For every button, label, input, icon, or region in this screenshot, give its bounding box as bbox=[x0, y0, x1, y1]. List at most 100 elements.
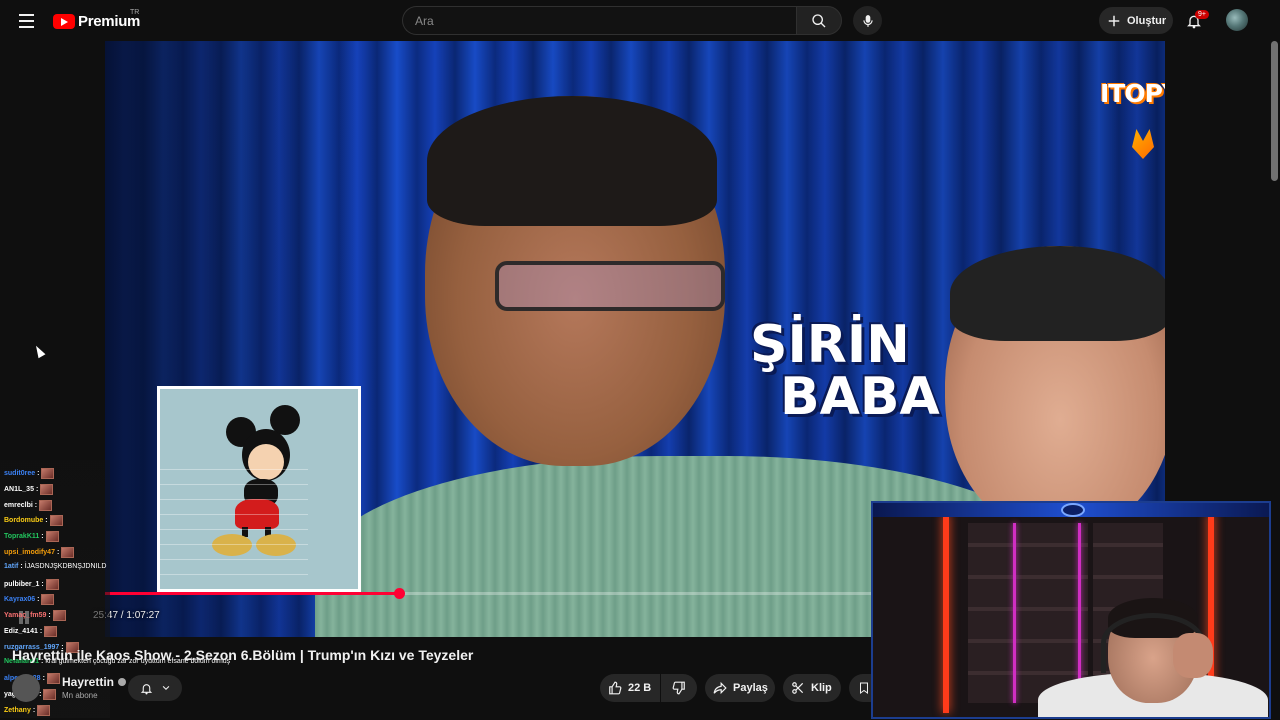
chat-username[interactable]: Ediz_4141 bbox=[4, 628, 38, 635]
emote-icon bbox=[44, 626, 58, 637]
share-label: Paylaş bbox=[733, 682, 768, 694]
share-icon bbox=[713, 681, 727, 695]
chat-username[interactable]: AN1L_35 bbox=[4, 486, 34, 493]
emote-icon bbox=[39, 499, 53, 511]
search-button[interactable] bbox=[796, 6, 842, 35]
chat-username[interactable]: Bordomube bbox=[4, 517, 43, 524]
neon-light bbox=[943, 513, 949, 713]
like-button[interactable]: 22 B bbox=[600, 674, 660, 702]
bell-icon bbox=[140, 683, 152, 694]
thumbs-down-icon bbox=[672, 681, 685, 695]
chat-message: 1atif: İJASDNJŞKDBNŞJDNILD bbox=[4, 563, 106, 570]
emote-icon bbox=[45, 578, 59, 590]
video-title: Hayrettin ile Kaos Show - 2.Sezon 6.Bölü… bbox=[12, 647, 474, 663]
share-button[interactable]: Paylaş bbox=[705, 674, 775, 702]
search-icon bbox=[812, 13, 826, 27]
chat-text: İJASDNJŞKDBNŞJDNILD bbox=[24, 562, 107, 570]
chat-separator: : bbox=[34, 501, 38, 509]
emote-icon bbox=[40, 483, 54, 495]
chat-message: Zethany: bbox=[4, 705, 51, 716]
chat-message: Kayrax06: bbox=[4, 594, 55, 606]
chat-username[interactable]: emreclbi bbox=[4, 502, 33, 509]
hair bbox=[950, 246, 1165, 341]
youtube-play-icon bbox=[53, 13, 75, 29]
chat-separator: : bbox=[37, 596, 40, 604]
streamer-webcam bbox=[871, 501, 1271, 719]
chat-separator: : bbox=[45, 517, 48, 525]
channel-avatar[interactable] bbox=[12, 674, 40, 702]
verified-icon bbox=[118, 678, 127, 686]
mickey-overlay bbox=[157, 386, 361, 592]
mic-icon bbox=[862, 14, 873, 27]
shelf bbox=[968, 523, 1088, 703]
chevron-down-icon bbox=[162, 685, 169, 690]
chat-username[interactable]: 1atif bbox=[4, 563, 18, 570]
chat-username[interactable]: Yamaç_fm59 bbox=[4, 612, 46, 619]
chat-separator: : bbox=[39, 628, 43, 635]
chat-message: Bordomube: bbox=[4, 515, 63, 527]
page-scrollbar[interactable] bbox=[1271, 41, 1278, 181]
chat-message: upsi_imodify47: bbox=[4, 547, 75, 558]
menu-icon[interactable] bbox=[14, 9, 38, 33]
thumbs-up-icon bbox=[609, 681, 622, 695]
search-input[interactable] bbox=[402, 6, 796, 35]
chat-separator: : bbox=[42, 675, 45, 683]
streamer-logo-icon bbox=[1061, 503, 1085, 517]
chat-username[interactable]: ToprakK11 bbox=[4, 533, 39, 540]
chat-message: AN1L_35: bbox=[4, 483, 54, 495]
overlay-line-2: BABA bbox=[780, 367, 940, 427]
chat-username[interactable]: Zethany bbox=[4, 707, 31, 714]
chat-username[interactable]: Kayrax06 bbox=[4, 596, 35, 603]
progress-fill bbox=[105, 592, 400, 595]
progress-bar[interactable] bbox=[105, 588, 875, 599]
chat-separator: : bbox=[20, 562, 23, 570]
region-code: TR bbox=[130, 9, 140, 16]
search-bar bbox=[402, 6, 842, 35]
masthead: Premium TR Oluştur 9+ bbox=[0, 0, 1280, 40]
overlay-line-1: ŞİRİN bbox=[750, 315, 910, 375]
like-count: 22 B bbox=[628, 682, 652, 694]
chat-username[interactable]: sudit0ree bbox=[4, 470, 35, 477]
glasses bbox=[495, 261, 725, 311]
chat-username[interactable]: pulbiber_1 bbox=[4, 581, 39, 588]
emote-icon bbox=[41, 594, 55, 606]
emote-icon bbox=[61, 547, 75, 558]
subscription-bell-button[interactable] bbox=[128, 675, 182, 701]
chat-username[interactable]: upsi_imodify47 bbox=[4, 549, 55, 556]
chat-message: pulbiber_1: bbox=[4, 578, 59, 590]
emote-icon bbox=[37, 705, 51, 716]
channel-name-text: Hayrettin bbox=[62, 675, 115, 689]
youtube-premium-logo[interactable]: Premium bbox=[53, 11, 140, 31]
chat-separator: : bbox=[35, 485, 39, 493]
plus-icon bbox=[1108, 15, 1120, 26]
video-overlay-title: ŞİRİN BABA bbox=[750, 319, 940, 423]
channel-name[interactable]: Hayrettin bbox=[62, 675, 127, 689]
channel-watermark: ITOPYA.COM bbox=[1100, 79, 1165, 108]
voice-search-button[interactable] bbox=[853, 6, 882, 35]
hair bbox=[427, 96, 717, 226]
scan-lines bbox=[160, 459, 308, 589]
chat-message: Yamaç_fm59: bbox=[4, 610, 66, 622]
chat-message: Ediz_4141: bbox=[4, 626, 58, 637]
neon-light bbox=[1013, 523, 1016, 703]
scissors-icon bbox=[792, 682, 804, 694]
emote-icon bbox=[43, 689, 57, 701]
video-person-main bbox=[315, 96, 1075, 637]
neon-light bbox=[1078, 523, 1081, 703]
dislike-button[interactable] bbox=[661, 674, 697, 702]
bookmark-icon bbox=[860, 682, 868, 694]
chat-message: emreclbi: bbox=[4, 499, 53, 511]
emote-icon bbox=[45, 531, 59, 543]
chat-separator: : bbox=[56, 549, 60, 556]
clip-button[interactable]: Klip bbox=[783, 674, 841, 702]
streamer-hand bbox=[1173, 633, 1213, 678]
chat-separator: : bbox=[41, 580, 44, 588]
create-label: Oluştur bbox=[1127, 14, 1167, 27]
chat-separator: : bbox=[41, 533, 44, 541]
emote-icon bbox=[52, 610, 66, 622]
create-button[interactable]: Oluştur bbox=[1099, 7, 1173, 34]
mouse-cursor-icon bbox=[32, 343, 46, 359]
account-avatar[interactable] bbox=[1226, 9, 1248, 31]
chat-separator: : bbox=[32, 707, 36, 714]
emote-icon bbox=[41, 468, 55, 479]
